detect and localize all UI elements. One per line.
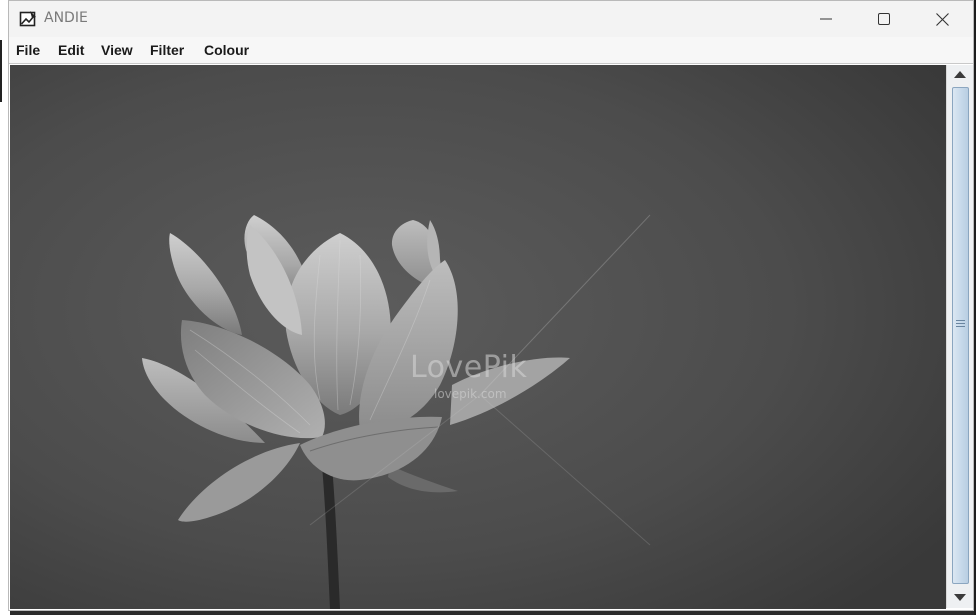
minimize-button[interactable] xyxy=(797,1,855,37)
app-icon xyxy=(19,10,37,28)
title-bar[interactable]: ANDIE xyxy=(9,1,973,37)
background-app-mark xyxy=(0,40,2,102)
thumb-grip-line xyxy=(956,323,965,324)
image-canvas[interactable]: LovePik lovepik.com xyxy=(10,65,946,609)
menu-bar: File Edit View Filter Colour xyxy=(9,37,973,64)
thumb-grip-line xyxy=(956,320,965,321)
menu-view[interactable]: View xyxy=(101,42,133,58)
close-icon xyxy=(935,12,949,26)
watermark-brand: LovePik xyxy=(410,350,528,385)
maximize-icon xyxy=(878,13,890,25)
scroll-up-arrow-icon[interactable] xyxy=(954,71,966,78)
maximize-button[interactable] xyxy=(855,1,913,37)
andie-window: ANDIE File Edit View Filter Colour LoveP… xyxy=(8,0,974,611)
vertical-scrollbar[interactable] xyxy=(946,65,973,608)
scroll-thumb[interactable] xyxy=(952,87,969,584)
menu-colour[interactable]: Colour xyxy=(204,42,249,58)
menu-edit[interactable]: Edit xyxy=(58,42,84,58)
lotus-image xyxy=(10,65,946,609)
watermark-url: lovepik.com xyxy=(434,387,507,401)
close-button[interactable] xyxy=(913,1,971,37)
menu-file[interactable]: File xyxy=(16,42,40,58)
window-title: ANDIE xyxy=(44,10,88,26)
thumb-grip-line xyxy=(956,326,965,327)
minimize-icon xyxy=(820,18,832,20)
scroll-down-arrow-icon[interactable] xyxy=(954,594,966,601)
menu-filter[interactable]: Filter xyxy=(150,42,184,58)
